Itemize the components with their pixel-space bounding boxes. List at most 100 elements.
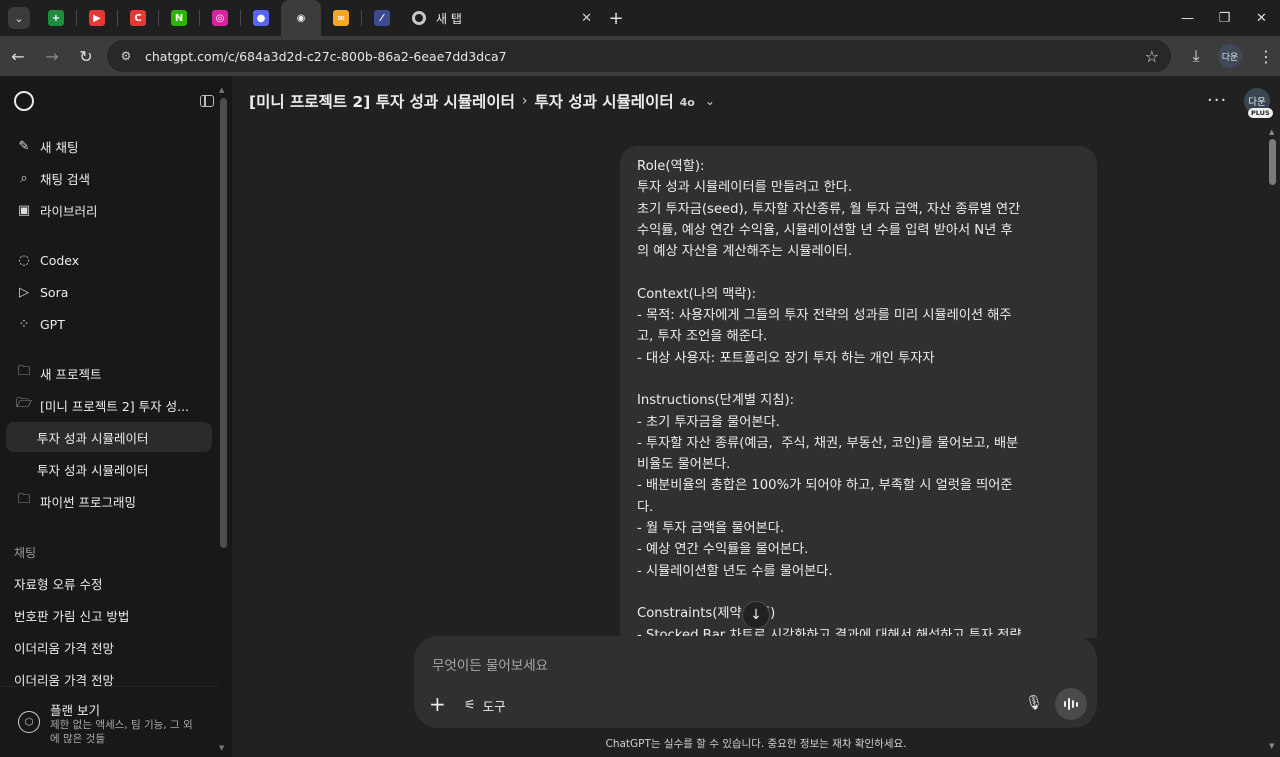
bookmark-star-icon[interactable]: ☆ — [1145, 47, 1159, 66]
user-message-text: Role(역할): 투자 성과 시뮬레이터를 만들려고 한다. 초기 투자금(s… — [637, 159, 1022, 638]
composer[interactable]: 무엇이든 물어보세요 + ⚟ 도구 🎙 — [414, 636, 1097, 728]
sidebar-item-label: Sora — [40, 284, 69, 300]
library-icon: ▣ — [17, 202, 31, 218]
sidebar-item-label: 새 프로젝트 — [40, 366, 102, 382]
browser-tab-new-tab[interactable]: 새 탭 ✕ — [402, 0, 602, 36]
sliders-icon: ⚟ — [464, 698, 476, 713]
gpt-grid-icon: ⁘ — [18, 316, 30, 332]
breadcrumb-project[interactable]: [미니 프로젝트 2] 투자 성과 시뮬레이터 — [249, 90, 515, 112]
browser-tab-pinned[interactable]: ◎ — [200, 0, 240, 36]
model-selector[interactable]: 4o — [680, 96, 695, 109]
chevron-down-icon[interactable]: ⌄ — [705, 94, 715, 108]
plan-title: 플랜 보기 — [50, 703, 100, 718]
download-icon[interactable]: ⤓ — [1180, 46, 1212, 66]
chats-heading: 채팅 — [14, 546, 37, 560]
folder-icon: 🗀 — [17, 492, 31, 507]
scroll-to-bottom-button[interactable]: ↓ — [742, 601, 770, 629]
disclaimer-text: ChatGPT는 실수를 할 수 있습니다. 중요한 정보는 재차 확인하세요. — [605, 738, 907, 750]
voice-mode-button[interactable] — [1055, 688, 1087, 720]
prompt-input[interactable]: 무엇이든 물어보세요 — [432, 654, 548, 674]
restore-icon[interactable]: ❐ — [1206, 0, 1243, 36]
new-folder-icon: 🗀 — [17, 364, 31, 379]
youtube-tab-icon: ▶ — [89, 10, 105, 26]
sidebar-item-project-chat-active[interactable]: 투자 성과 시뮬레이터 — [6, 422, 212, 452]
chat-scroll-up-icon[interactable]: ▲ — [1269, 128, 1274, 136]
back-icon[interactable]: ← — [2, 40, 34, 72]
browser-tab-pinned[interactable]: + — [36, 0, 76, 36]
sidebar-toggle-icon[interactable] — [200, 95, 214, 107]
browser-tab-pinned[interactable]: ⁄ — [362, 0, 402, 36]
conversation-header: [미니 프로젝트 2] 투자 성과 시뮬레이터 › 투자 성과 시뮬레이터 4o… — [232, 76, 1280, 126]
chatgpt-tab-icon: ◉ — [293, 10, 309, 26]
minimize-icon[interactable]: — — [1169, 0, 1206, 36]
sidebar-item-new-project[interactable]: 🗀 새 프로젝트 — [6, 358, 212, 388]
sidebar-item-label: 라이브러리 — [40, 203, 98, 219]
upgrade-icon: ⬡ — [18, 711, 40, 733]
plan-subtitle: 제한 없는 액세스, 팀 기능, 그 외에 많은 것들 — [50, 719, 193, 745]
sidebar-item-sora[interactable]: ▷ Sora — [6, 277, 212, 307]
forward-icon[interactable]: → — [36, 40, 68, 72]
browser-menu-icon[interactable]: ⋮ — [1252, 47, 1280, 66]
sidebar-scroll-down-icon[interactable]: ▼ — [219, 744, 224, 752]
main-area: [미니 프로젝트 2] 투자 성과 시뮬레이터 › 투자 성과 시뮬레이터 4o… — [232, 76, 1280, 757]
browser-tab-pinned[interactable]: ∞ — [321, 0, 361, 36]
c-app-tab-icon: C — [130, 10, 146, 26]
upgrade-plan-card[interactable]: ⬡ 플랜 보기 제한 없는 액세스, 팀 기능, 그 외에 많은 것들 — [0, 686, 218, 757]
naver-tab-icon: N — [171, 10, 187, 26]
sheets-tab-icon: + — [48, 10, 64, 26]
sidebar-item-label: GPT — [40, 316, 65, 332]
browser-tab-pinned[interactable]: ▶ — [77, 0, 117, 36]
sidebar-scrollbar[interactable] — [220, 98, 227, 548]
sidebar-item-library[interactable]: ▣ 라이브러리 — [6, 195, 212, 225]
browser-toolbar: ← → ↻ ⚙ chatgpt.com/c/684a3d2d-c27c-800b… — [0, 36, 1280, 76]
infinity-tab-icon: ∞ — [333, 10, 349, 26]
sidebar-item-project-mini2[interactable]: 🗁 [미니 프로젝트 2] 투자 성... — [6, 390, 212, 420]
close-tab-icon[interactable]: ✕ — [581, 11, 592, 26]
discord-tab-icon: ● — [253, 10, 269, 26]
reload-icon[interactable]: ↻ — [70, 40, 102, 72]
new-chat-icon: ✎ — [18, 138, 30, 154]
sidebar-item-codex[interactable]: ◌ Codex — [6, 245, 212, 275]
chatgpt-logo-icon[interactable] — [14, 91, 34, 111]
chat-history-item[interactable]: 번호판 가림 신고 방법 — [6, 600, 212, 630]
tab-search-button[interactable]: ⌄ — [8, 7, 30, 29]
sidebar-item-folder-python[interactable]: 🗀 파이썬 프로그래밍 — [6, 486, 212, 516]
breadcrumb-chat-title[interactable]: 투자 성과 시뮬레이터 — [534, 90, 673, 112]
sidebar: ✎ 새 채팅 ⌕ 채팅 검색 ▣ 라이브러리 ◌ Codex ▷ Sora ⁘ … — [0, 76, 232, 757]
site-info-icon[interactable]: ⚙ — [117, 47, 135, 65]
sora-icon: ▷ — [19, 284, 29, 300]
chat-scrollbar[interactable] — [1269, 139, 1276, 185]
sidebar-scroll-up-icon[interactable]: ▲ — [219, 86, 224, 94]
sidebar-item-project-chat[interactable]: 투자 성과 시뮬레이터 — [6, 454, 212, 484]
url-text[interactable]: chatgpt.com/c/684a3d2d-c27c-800b-86a2-6e… — [145, 49, 1145, 64]
browser-tab-strip: ⌄ + ▶ C N ◎ ● ◉ ∞ ⁄ 새 탭 ✕ + — ❐ ✕ — [0, 0, 1280, 36]
sidebar-item-new-chat[interactable]: ✎ 새 채팅 — [6, 131, 212, 161]
chat-history-item[interactable]: 자료형 오류 수정 — [6, 568, 212, 598]
sidebar-item-search-chats[interactable]: ⌕ 채팅 검색 — [6, 163, 212, 193]
chat-history-item[interactable]: 이더리움 가격 전망 — [6, 632, 212, 662]
sidebar-item-label: 투자 성과 시뮬레이터 — [37, 430, 149, 446]
window-controls: — ❐ ✕ — [1169, 0, 1280, 36]
new-tab-button[interactable]: + — [602, 8, 630, 29]
user-message-bubble: Role(역할): 투자 성과 시뮬레이터를 만들려고 한다. 초기 투자금(s… — [620, 146, 1097, 638]
sidebar-item-gpt[interactable]: ⁘ GPT — [6, 309, 212, 339]
browser-profile-avatar[interactable]: 다운 — [1218, 44, 1242, 68]
browser-tab-pinned[interactable]: C — [118, 0, 158, 36]
browser-tab-pinned[interactable]: ● — [241, 0, 281, 36]
close-window-icon[interactable]: ✕ — [1243, 0, 1280, 36]
sidebar-item-label: 파이썬 프로그래밍 — [40, 494, 136, 510]
feather-tab-icon: ⁄ — [374, 10, 390, 26]
address-bar[interactable]: ⚙ chatgpt.com/c/684a3d2d-c27c-800b-86a2-… — [107, 40, 1171, 72]
add-attachment-icon[interactable]: + — [429, 692, 446, 716]
voice-waveform-icon — [1064, 698, 1078, 710]
browser-tab-pinned[interactable]: N — [159, 0, 199, 36]
sidebar-item-label: 투자 성과 시뮬레이터 — [37, 462, 149, 478]
more-options-icon[interactable]: ··· — [1207, 90, 1227, 111]
chrome-icon — [412, 11, 426, 25]
sidebar-item-label: 채팅 검색 — [40, 171, 90, 187]
sidebar-item-label: [미니 프로젝트 2] 투자 성... — [40, 398, 190, 414]
tools-button[interactable]: ⚟ 도구 — [464, 696, 506, 715]
browser-tab-pinned[interactable]: ◉ — [281, 0, 321, 36]
microphone-icon[interactable]: 🎙 — [1025, 694, 1043, 712]
open-folder-icon: 🗁 — [15, 396, 33, 411]
